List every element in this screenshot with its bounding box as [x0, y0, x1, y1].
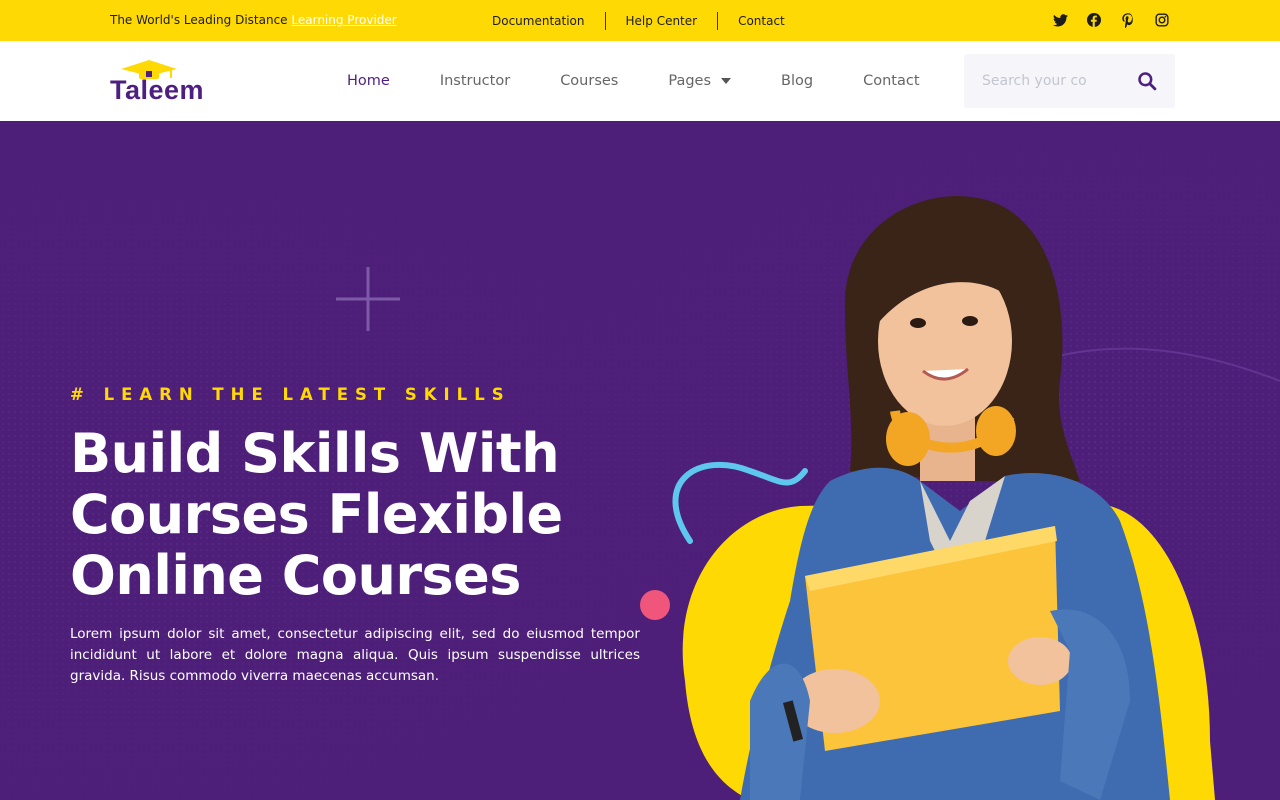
- caret-down-icon: [721, 78, 732, 84]
- logo-text: Taleem: [110, 75, 205, 105]
- help-center-link[interactable]: Help Center: [606, 11, 718, 31]
- topbar-tagline: The World's Leading Distance Learning Pr…: [110, 13, 397, 27]
- main-header: Taleem Home Instructor Courses Pages Blo…: [0, 41, 1280, 121]
- top-bar: The World's Leading Distance Learning Pr…: [0, 0, 1280, 41]
- nav-pages[interactable]: Pages: [643, 73, 756, 89]
- pinterest-icon[interactable]: [1120, 12, 1136, 28]
- twitter-icon[interactable]: [1052, 12, 1068, 28]
- tagline-link[interactable]: Learning Provider: [291, 13, 396, 27]
- hero-description: Lorem ipsum dolor sit amet, consectetur …: [70, 626, 640, 684]
- search-input[interactable]: [982, 61, 1132, 101]
- instagram-icon[interactable]: [1154, 12, 1170, 28]
- nav-home[interactable]: Home: [322, 73, 415, 89]
- hero-subtitle: # LEARN THE LATEST SKILLS: [70, 385, 511, 404]
- hero-headline: Build Skills With Courses Flexible Onlin…: [70, 423, 670, 606]
- contact-top-link[interactable]: Contact: [718, 11, 805, 31]
- documentation-link[interactable]: Documentation: [472, 11, 605, 31]
- main-nav: Home Instructor Courses Pages Blog Conta…: [322, 41, 945, 121]
- nav-contact[interactable]: Contact: [838, 73, 944, 89]
- headline-line: Online Courses: [70, 544, 521, 607]
- nav-label: Courses: [560, 73, 619, 89]
- nav-courses[interactable]: Courses: [535, 73, 643, 89]
- nav-label: Contact: [863, 73, 920, 89]
- logo[interactable]: Taleem: [110, 60, 220, 106]
- tagline-text: The World's Leading Distance: [110, 13, 288, 27]
- student-hero-image: [640, 195, 1215, 800]
- search-icon[interactable]: [1137, 71, 1157, 91]
- headline-line: Build Skills With: [70, 422, 560, 485]
- headline-line: Courses Flexible: [70, 483, 563, 546]
- top-links: Documentation Help Center Contact: [472, 11, 805, 31]
- nav-label: Instructor: [439, 73, 511, 89]
- nav-label: Home: [347, 73, 390, 89]
- nav-label: Blog: [781, 73, 814, 89]
- nav-blog[interactable]: Blog: [756, 73, 838, 89]
- plus-decoration-icon: [336, 267, 400, 331]
- facebook-icon[interactable]: [1086, 12, 1102, 28]
- nav-instructor[interactable]: Instructor: [415, 73, 535, 89]
- search-box: [964, 54, 1175, 108]
- hero-section: # LEARN THE LATEST SKILLS Build Skills W…: [0, 121, 1280, 800]
- nav-label: Pages: [668, 73, 712, 89]
- social-links: [1052, 12, 1170, 28]
